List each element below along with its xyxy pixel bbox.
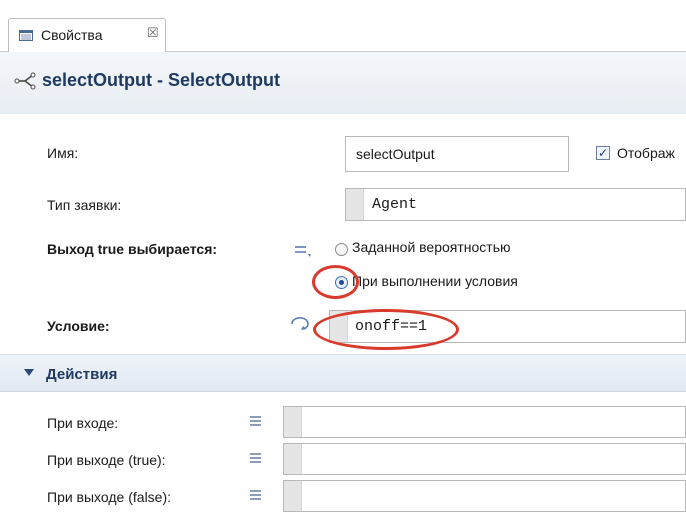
agent-type-field[interactable]: Agent: [345, 188, 686, 221]
properties-icon: [19, 30, 33, 41]
static-value-icon[interactable]: [294, 243, 312, 259]
annotation-ellipse: [312, 265, 359, 299]
condition-label: Условие:: [47, 318, 110, 334]
on-exit-false-field[interactable]: [283, 480, 686, 512]
field-stub: [284, 444, 302, 474]
on-exit-true-label: При выходе (true):: [47, 452, 166, 468]
collapse-arrow-icon[interactable]: [24, 369, 34, 376]
radio-probability[interactable]: [335, 243, 348, 256]
on-exit-true-field[interactable]: [283, 443, 686, 475]
option-condition-label: При выполнении условия: [352, 273, 518, 289]
show-name-checkbox[interactable]: ✓: [596, 146, 610, 160]
field-stub: [284, 407, 302, 437]
tab-title: Свойства: [41, 27, 103, 43]
section-actions[interactable]: Действия: [0, 354, 686, 392]
field-stub: [346, 189, 364, 220]
code-field-icon[interactable]: [250, 453, 261, 465]
dynamic-value-icon[interactable]: [288, 314, 312, 334]
select-output-icon: [14, 72, 36, 90]
on-exit-false-label: При выходе (false):: [47, 489, 172, 505]
on-enter-label: При входе:: [47, 415, 119, 431]
show-name-label: Отображ: [617, 145, 675, 161]
agent-type-label: Тип заявки:: [47, 197, 122, 213]
properties-header: selectOutput - SelectOutput: [0, 52, 686, 114]
code-field-icon[interactable]: [250, 416, 261, 428]
agent-type-value: Agent: [372, 196, 418, 213]
field-stub: [284, 481, 302, 511]
annotation-ellipse: [313, 309, 459, 350]
name-label: Имя:: [47, 145, 79, 161]
on-enter-field[interactable]: [283, 406, 686, 438]
select-true-label: Выход true выбирается:: [47, 241, 218, 257]
code-field-icon[interactable]: [250, 490, 261, 502]
tab-properties[interactable]: Свойства ☒: [8, 18, 166, 52]
name-field[interactable]: selectOutput: [345, 136, 569, 172]
option-probability-label: Заданной вероятностью: [352, 239, 511, 255]
close-icon[interactable]: ☒: [147, 25, 159, 41]
name-value: selectOutput: [356, 146, 435, 162]
page-title: selectOutput - SelectOutput: [42, 70, 281, 90]
section-title: Действия: [46, 366, 118, 383]
